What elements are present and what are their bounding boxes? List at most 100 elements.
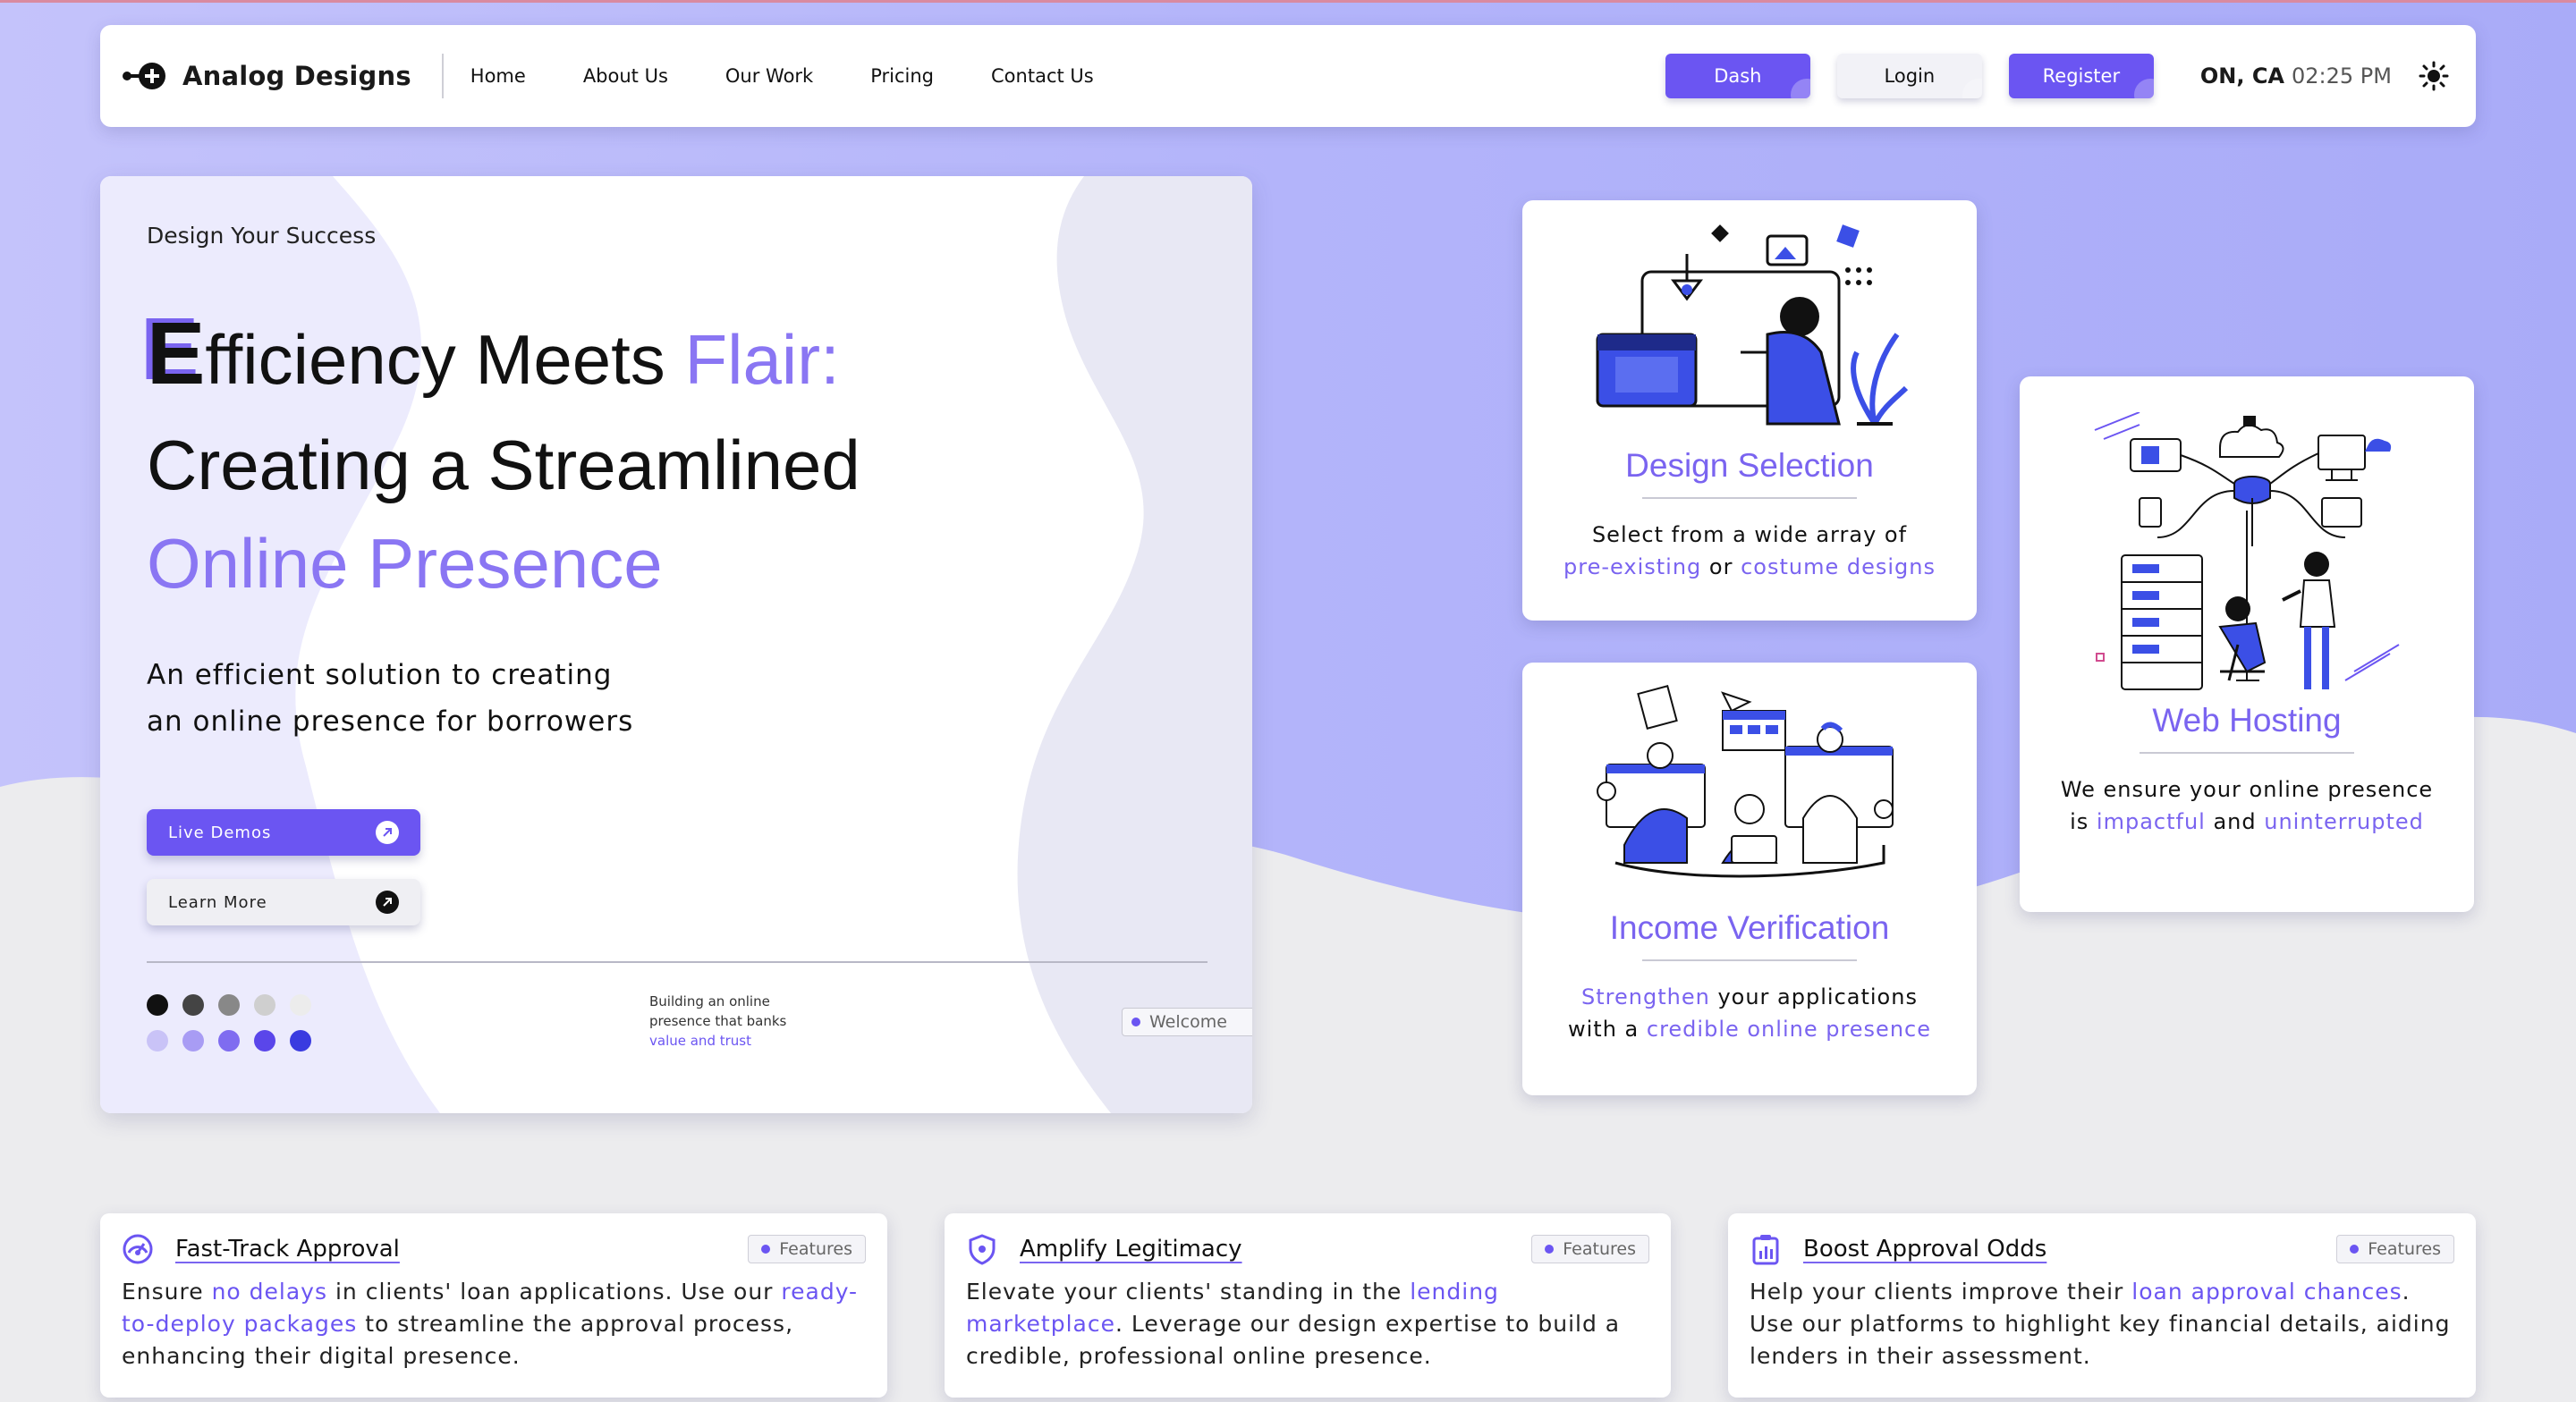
tag-dot: [2350, 1245, 2360, 1254]
desc-text: your applications: [1709, 984, 1918, 1009]
live-demos-button[interactable]: Live Demos: [147, 809, 420, 856]
mini-caption-line2: presence that banks: [649, 1013, 787, 1029]
features-tag: Features: [2336, 1235, 2454, 1263]
desc-text: is: [2070, 809, 2097, 834]
no-delays-link[interactable]: no delays: [212, 1279, 327, 1305]
service-card-web-hosting: Web Hosting We ensure your online presen…: [2020, 376, 2474, 912]
service-title-income-verification: Income Verification: [1609, 909, 1890, 946]
costume-designs-link[interactable]: costume designs: [1741, 554, 1936, 579]
feature-title[interactable]: Fast-Track Approval: [175, 1236, 400, 1263]
hero-mini-caption: Building an online presence that banks v…: [649, 992, 786, 1051]
service-card-income-verification: Income Verification Strengthen your appl…: [1522, 663, 1977, 1095]
service-desc-line1: We ensure your online presence: [2060, 777, 2434, 802]
credible-presence-link[interactable]: credible online presence: [1647, 1017, 1931, 1042]
nav-link-home[interactable]: Home: [470, 65, 526, 87]
palette-swatch: [182, 1030, 204, 1052]
headline-initial: E: [147, 304, 206, 402]
hero-eyebrow: Design Your Success: [147, 223, 377, 249]
welcome-tag: Welcome: [1122, 1008, 1252, 1036]
hero-headline: Efficiency Meets Flair: Creating a Strea…: [147, 304, 860, 612]
designer-illustration-icon: [1596, 224, 1909, 426]
impactful-link[interactable]: impactful: [2097, 809, 2206, 834]
shield-icon: [969, 1234, 996, 1265]
features-tag-label: Features: [1563, 1239, 1636, 1259]
palette-swatch: [254, 1030, 275, 1052]
service-desc-line2: with a credible online presence: [1522, 1013, 1977, 1045]
body-text: Help your clients improve their: [1750, 1279, 2132, 1305]
features-tag-label: Features: [2368, 1239, 2441, 1259]
service-card-design-selection: Design Selection Select from a wide arra…: [1522, 200, 1977, 621]
hero-divider: [147, 961, 1208, 963]
nav-link-about-us[interactable]: About Us: [583, 65, 668, 87]
features-tag: Features: [748, 1235, 866, 1263]
palette-swatch: [290, 994, 311, 1016]
feature-header: Fast-Track Approval Features: [122, 1231, 866, 1267]
mini-caption-line1: Building an online: [649, 993, 770, 1009]
loan-approval-chances-link[interactable]: loan approval chances: [2131, 1279, 2402, 1305]
headline-line2: Creating a Streamlined: [147, 426, 860, 504]
hero-card: Design Your Success Efficiency Meets Fla…: [100, 176, 1252, 1113]
nav-link-pricing[interactable]: Pricing: [870, 65, 934, 87]
tag-dot: [761, 1245, 771, 1254]
palette-swatch: [147, 994, 168, 1016]
body-text: Elevate your clients' standing in the: [966, 1279, 1411, 1305]
service-desc-line1: Select from a wide array of: [1591, 522, 1908, 547]
palette-swatch: [218, 1030, 240, 1052]
palette-swatch: [290, 1030, 311, 1052]
brand-logo-icon: [123, 63, 165, 89]
feature-title[interactable]: Boost Approval Odds: [1803, 1236, 2046, 1263]
gauge-icon: [123, 1234, 153, 1264]
tag-dot: [1545, 1245, 1555, 1254]
service-desc-income-verification: Strengthen your applications with a cred…: [1522, 981, 1977, 1045]
feature-body: Help your clients improve their loan app…: [1750, 1276, 2454, 1372]
register-button[interactable]: Register: [2008, 54, 2154, 98]
nav-links: Home About Us Our Work Pricing Contact U…: [470, 65, 1151, 87]
learn-more-button[interactable]: Learn More: [147, 879, 420, 925]
learn-more-label: Learn More: [168, 892, 267, 912]
palette-swatch: [182, 994, 204, 1016]
desc-connector: and: [2205, 809, 2265, 834]
strengthen-link[interactable]: Strengthen: [1581, 984, 1710, 1009]
live-demos-label: Live Demos: [168, 823, 272, 842]
headline-line3: Online Presence: [147, 524, 663, 603]
server-network-illustration-icon: [2094, 412, 2400, 690]
team-collaboration-illustration-icon: [1597, 685, 1894, 878]
sun-icon[interactable]: [2419, 61, 2449, 91]
nav-link-contact-us[interactable]: Contact Us: [991, 65, 1094, 87]
login-button[interactable]: Login: [1836, 54, 1982, 98]
service-desc-design-selection: Select from a wide array of pre-existing…: [1522, 519, 1977, 583]
hero-content: Design Your Success Efficiency Meets Fla…: [147, 176, 1252, 1113]
feature-body: Elevate your clients' standing in the le…: [966, 1276, 1649, 1372]
hero-subtitle-line2: an online presence for borrowers: [147, 705, 634, 738]
service-desc-line2: pre-existing or costume designs: [1522, 551, 1977, 583]
arrow-up-right-icon: [376, 821, 399, 844]
service-title-web-hosting: Web Hosting: [2152, 702, 2342, 739]
hero-subtitle: An efficient solution to creating an onl…: [147, 652, 633, 745]
clock-time: 02:25 PM: [2292, 63, 2392, 89]
nav-link-our-work[interactable]: Our Work: [725, 65, 813, 87]
service-desc-line1: Strengthen your applications: [1522, 981, 1977, 1013]
feature-header: Boost Approval Odds Features: [1750, 1231, 2454, 1267]
service-desc-line2: is impactful and uninterrupted: [2020, 806, 2474, 838]
nav-divider: [441, 54, 444, 98]
arrow-up-right-icon: [376, 891, 399, 914]
service-divider: [2140, 752, 2354, 754]
welcome-label: Welcome: [1149, 1012, 1227, 1032]
pre-existing-link[interactable]: pre-existing: [1563, 554, 1701, 579]
palette-swatch: [218, 994, 240, 1016]
feature-card-amplify-legitimacy: Amplify Legitimacy Features Elevate your…: [945, 1213, 1671, 1398]
palette-swatch: [147, 1030, 168, 1052]
desc-connector: or: [1701, 554, 1741, 579]
dash-button[interactable]: Dash: [1665, 54, 1810, 98]
hero-subtitle-line1: An efficient solution to creating: [147, 659, 613, 691]
headline-line1: fficiency Meets: [205, 320, 685, 399]
brand-name: Analog Designs: [182, 61, 411, 91]
uninterrupted-link[interactable]: uninterrupted: [2264, 809, 2424, 834]
desc-text: with a: [1567, 1017, 1647, 1042]
tag-dot: [1131, 1018, 1140, 1026]
palette-swatch: [254, 994, 275, 1016]
brand[interactable]: Analog Designs: [122, 60, 411, 92]
service-title-design-selection: Design Selection: [1625, 447, 1874, 484]
feature-body: Ensure no delays in clients' loan applic…: [122, 1276, 866, 1372]
feature-title[interactable]: Amplify Legitimacy: [1020, 1236, 1242, 1263]
